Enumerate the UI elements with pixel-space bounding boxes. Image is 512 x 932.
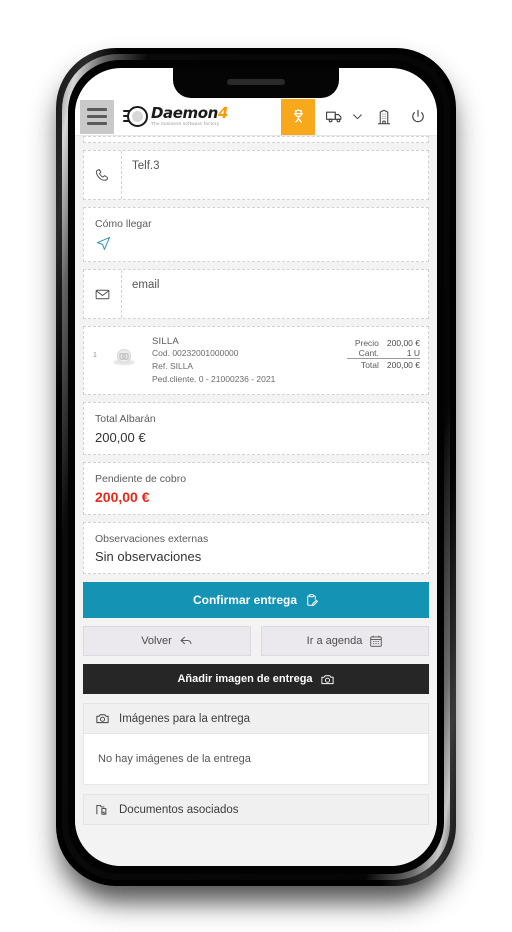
confirm-delivery-label: Confirmar entrega xyxy=(192,593,298,608)
email-value[interactable]: email xyxy=(122,270,428,318)
power-icon[interactable] xyxy=(403,102,433,132)
amount-value: 200,00 € xyxy=(378,358,420,371)
go-to-agenda-label: Ir a agenda xyxy=(306,635,363,648)
observations-value: Sin observaciones xyxy=(95,549,202,565)
product-image-placeholder-icon xyxy=(102,340,146,374)
email-field-card[interactable]: email xyxy=(83,269,429,320)
hamburger-line xyxy=(87,122,107,125)
line-item-amounts: Precio 200,00 € Cant. 1 U Total 200,00 € xyxy=(346,336,420,371)
back-button-label: Volver xyxy=(141,635,172,648)
directions-label: Cómo llegar xyxy=(95,218,152,230)
line-item-details: SILLA Cod. 00232001000000 Ref. SILLA Ped… xyxy=(146,336,347,385)
amount-key: Total xyxy=(346,358,379,371)
calendar-icon xyxy=(369,634,383,648)
earpiece-speaker xyxy=(227,79,285,85)
phone-field-card[interactable]: Telf.3 xyxy=(83,150,429,200)
phone-screen: Daemon4 The business software factory Te… xyxy=(75,68,437,866)
product-name: SILLA xyxy=(152,336,179,348)
clipboard-edit-icon xyxy=(304,593,319,608)
phone-notch xyxy=(173,68,339,98)
images-empty-state: No hay imágenes de la entrega xyxy=(83,734,429,786)
building-icon[interactable] xyxy=(369,102,399,132)
directions-card[interactable]: Cómo llegar xyxy=(83,207,429,263)
pending-payment-label: Pendiente de cobro xyxy=(95,472,187,485)
document-folder-icon xyxy=(95,802,110,817)
product-order: Ped.cliente. 0 - 21000236 - 2021 xyxy=(152,373,276,384)
amount-value: 1 U xyxy=(406,348,420,359)
worker-icon[interactable] xyxy=(281,98,315,135)
chevron-down-icon[interactable] xyxy=(349,102,365,132)
screenshot-canvas: Daemon4 The business software factory Te… xyxy=(0,0,512,932)
add-delivery-image-button[interactable]: Añadir imagen de entrega xyxy=(83,664,429,695)
phone-value[interactable]: Telf.3 xyxy=(122,151,428,199)
camera-icon xyxy=(95,711,110,726)
line-item-index: 1 xyxy=(93,352,97,360)
daemon-comet-icon xyxy=(123,104,149,130)
observations-label: Observaciones externas xyxy=(95,532,209,545)
back-button[interactable]: Volver xyxy=(83,626,251,657)
navigation-icon[interactable] xyxy=(95,235,417,252)
product-ref: Ref. SILLA xyxy=(152,360,194,371)
documents-section-header[interactable]: Documentos asociados xyxy=(83,794,429,826)
amount-value: 200,00 € xyxy=(386,338,420,349)
hamburger-menu-button[interactable] xyxy=(80,99,114,134)
hamburger-line xyxy=(87,115,107,118)
partial-card-above xyxy=(83,136,429,143)
product-code: Cod. 00232001000000 xyxy=(152,348,239,359)
total-albaran-value: 200,00 € xyxy=(95,429,146,445)
add-delivery-image-label: Añadir imagen de entrega xyxy=(177,673,313,686)
back-arrow-icon xyxy=(179,634,193,648)
brand-logo: Daemon4 The business software factory xyxy=(123,104,228,130)
brand-name: Daemon4 xyxy=(151,104,229,123)
secondary-button-row: Volver Ir a agenda xyxy=(83,626,429,657)
phone-icon xyxy=(84,151,122,199)
page-scroll-area[interactable]: Telf.3 Cómo llegar email 1 SILLA Cod. 00… xyxy=(75,136,437,866)
truck-icon[interactable] xyxy=(319,102,349,132)
total-albaran-card: Total Albarán 200,00 € xyxy=(83,402,429,455)
total-albaran-label: Total Albarán xyxy=(95,413,156,426)
observations-card[interactable]: Observaciones externas Sin observaciones xyxy=(83,521,429,575)
line-item-card[interactable]: 1 SILLA Cod. 00232001000000 Ref. SILLA P… xyxy=(83,326,429,396)
app-header: Daemon4 The business software factory xyxy=(75,98,437,136)
amount-row: Total 200,00 € xyxy=(346,358,420,371)
images-section-header[interactable]: Imágenes para la entrega xyxy=(83,703,429,735)
documents-section-title: Documentos asociados xyxy=(119,803,239,816)
confirm-delivery-button[interactable]: Confirmar entrega xyxy=(83,582,429,619)
amount-key: Cant. xyxy=(358,348,379,359)
amount-key: Precio xyxy=(354,338,379,349)
brand-tagline: The business software factory xyxy=(151,121,220,127)
amount-row: Precio 200,00 € xyxy=(347,338,420,348)
envelope-icon xyxy=(84,270,122,319)
pending-payment-card: Pendiente de cobro 200,00 € xyxy=(83,461,429,515)
go-to-agenda-button[interactable]: Ir a agenda xyxy=(261,626,429,657)
camera-icon xyxy=(320,672,335,687)
images-section-title: Imágenes para la entrega xyxy=(119,712,251,725)
amount-row: Cant. 1 U xyxy=(347,348,420,359)
hamburger-line xyxy=(87,108,107,111)
pending-payment-value: 200,00 € xyxy=(95,488,150,505)
